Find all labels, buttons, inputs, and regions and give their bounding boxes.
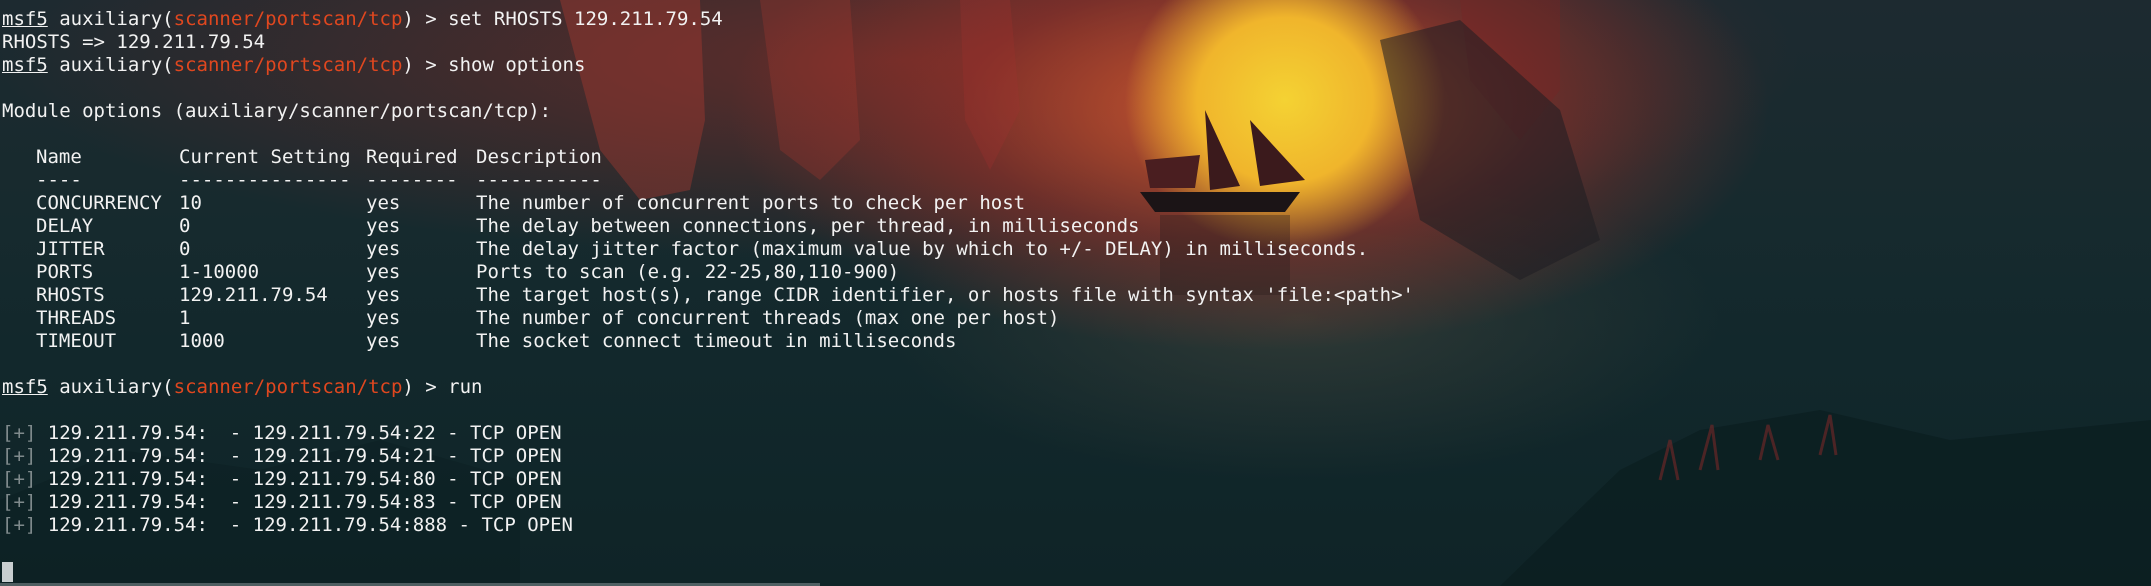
result-host: 129.211.79.54: <box>47 445 208 467</box>
result-host: 129.211.79.54: <box>47 491 208 513</box>
option-required: yes <box>366 215 401 237</box>
result-line: [+] 129.211.79.54: - 129.211.79.54:83 - T… <box>2 491 2151 514</box>
command-line-run: msf5 auxiliary(scanner/portscan/tcp) > r… <box>2 376 483 398</box>
command-line-show: msf5 auxiliary(scanner/portscan/tcp) > s… <box>2 54 586 76</box>
table-row: TIMEOUT 1000 yes The socket connect timeout… <box>2 330 2151 353</box>
prompt-host: msf5 <box>2 376 48 398</box>
prompt-suffix: ) > <box>402 8 449 30</box>
input-line[interactable] <box>2 560 2151 583</box>
option-setting: 129.211.79.54 <box>179 284 328 306</box>
module-options-header: Module options (auxiliary/scanner/portsc… <box>2 100 552 122</box>
module-path: scanner/portscan/tcp <box>173 376 403 398</box>
prompt-word: auxiliary <box>59 8 163 30</box>
table-row: PORTS 1-10000 yes Ports to scan (e.g. 22-25… <box>2 261 2151 284</box>
prompt-host: msf5 <box>2 54 48 76</box>
result-text: - 129.211.79.54:21 - TCP OPEN <box>229 445 562 467</box>
header-required: Required <box>366 146 458 168</box>
option-setting: 1-10000 <box>179 261 260 283</box>
module-path: scanner/portscan/tcp <box>173 8 403 30</box>
table-row: CONCURRENCY 10 yes The number of concurrent… <box>2 192 2151 215</box>
module-path: scanner/portscan/tcp <box>173 54 403 76</box>
prompt-host: msf5 <box>2 8 48 30</box>
option-name: CONCURRENCY <box>36 192 162 214</box>
table-header-row: Name Current Setting Required Description <box>2 146 2151 169</box>
separator: ---- <box>36 169 82 191</box>
table-row: JITTER 0 yes The delay jitter factor (maxim… <box>2 238 2151 261</box>
option-required: yes <box>366 284 401 306</box>
result-host: 129.211.79.54: <box>47 514 208 536</box>
text-cursor <box>2 561 13 582</box>
option-required: yes <box>366 192 401 214</box>
command-text: set RHOSTS 129.211.79.54 <box>448 8 723 30</box>
result-text: - 129.211.79.54:888 - TCP OPEN <box>229 514 573 536</box>
option-description: The number of concurrent ports to check … <box>476 192 1026 214</box>
terminal-window[interactable]: msf5 auxiliary(scanner/portscan/tcp) > s… <box>0 0 2151 586</box>
result-line: [+] 129.211.79.54: - 129.211.79.54:888 - … <box>2 514 2151 537</box>
separator: -------- <box>366 169 458 191</box>
prompt-suffix: ) > <box>402 376 449 398</box>
option-setting: 1 <box>179 307 191 329</box>
separator: ----------- <box>476 169 602 191</box>
header-name: Name <box>36 146 82 168</box>
option-name: DELAY <box>36 215 94 237</box>
option-name: JITTER <box>36 238 105 260</box>
result-host: 129.211.79.54: <box>47 422 208 444</box>
header-description: Description <box>476 146 602 168</box>
option-required: yes <box>366 261 401 283</box>
table-row: DELAY 0 yes The delay between connections, … <box>2 215 2151 238</box>
option-name: PORTS <box>36 261 94 283</box>
option-description: The delay jitter factor (maximum value b… <box>476 238 1369 260</box>
success-marker: [+] <box>2 422 37 444</box>
scan-results: [+] 129.211.79.54: - 129.211.79.54:22 - T… <box>2 422 2151 537</box>
option-required: yes <box>366 307 401 329</box>
success-marker: [+] <box>2 445 37 467</box>
table-row: THREADS 1 yes The number of concurrent thre… <box>2 307 2151 330</box>
command-text: run <box>448 376 483 398</box>
result-line: [+] 129.211.79.54: - 129.211.79.54:22 - T… <box>2 422 2151 445</box>
result-host: 129.211.79.54: <box>47 468 208 490</box>
success-marker: [+] <box>2 491 37 513</box>
option-setting: 10 <box>179 192 202 214</box>
result-text: - 129.211.79.54:83 - TCP OPEN <box>229 491 562 513</box>
options-table: Name Current Setting Required Description -… <box>2 146 2151 353</box>
prompt-suffix: ) > <box>402 54 449 76</box>
command-line-set: msf5 auxiliary(scanner/portscan/tcp) > s… <box>2 8 723 30</box>
option-description: The socket connect timeout in millisecon… <box>476 330 957 352</box>
table-row: RHOSTS 129.211.79.54 yes The target host(s)… <box>2 284 2151 307</box>
separator: --------------- <box>179 169 351 191</box>
option-name: THREADS <box>36 307 117 329</box>
terminal-output: msf5 auxiliary(scanner/portscan/tcp) > s… <box>2 8 2151 583</box>
option-description: The target host(s), range CIDR identifie… <box>476 284 1414 306</box>
option-name: RHOSTS <box>36 284 105 306</box>
option-description: Ports to scan (e.g. 22-25,80,110-900) <box>476 261 900 283</box>
option-name: TIMEOUT <box>36 330 117 352</box>
option-description: The delay between connections, per threa… <box>476 215 1140 237</box>
option-setting: 0 <box>179 238 191 260</box>
option-required: yes <box>366 238 401 260</box>
result-text: - 129.211.79.54:22 - TCP OPEN <box>229 422 562 444</box>
success-marker: [+] <box>2 468 37 490</box>
option-setting: 0 <box>179 215 191 237</box>
prompt-word: auxiliary <box>59 54 163 76</box>
echo-line: RHOSTS => 129.211.79.54 <box>2 31 266 53</box>
option-setting: 1000 <box>179 330 225 352</box>
success-marker: [+] <box>2 514 37 536</box>
command-text: show options <box>448 54 586 76</box>
header-setting: Current Setting <box>179 146 351 168</box>
prompt-word: auxiliary <box>59 376 163 398</box>
result-line: [+] 129.211.79.54: - 129.211.79.54:80 - T… <box>2 468 2151 491</box>
result-text: - 129.211.79.54:80 - TCP OPEN <box>229 468 562 490</box>
result-line: [+] 129.211.79.54: - 129.211.79.54:21 - T… <box>2 445 2151 468</box>
table-separator-row: ---- --------------- -------- ----------- <box>2 169 2151 192</box>
option-required: yes <box>366 330 401 352</box>
option-description: The number of concurrent threads (max on… <box>476 307 1060 329</box>
